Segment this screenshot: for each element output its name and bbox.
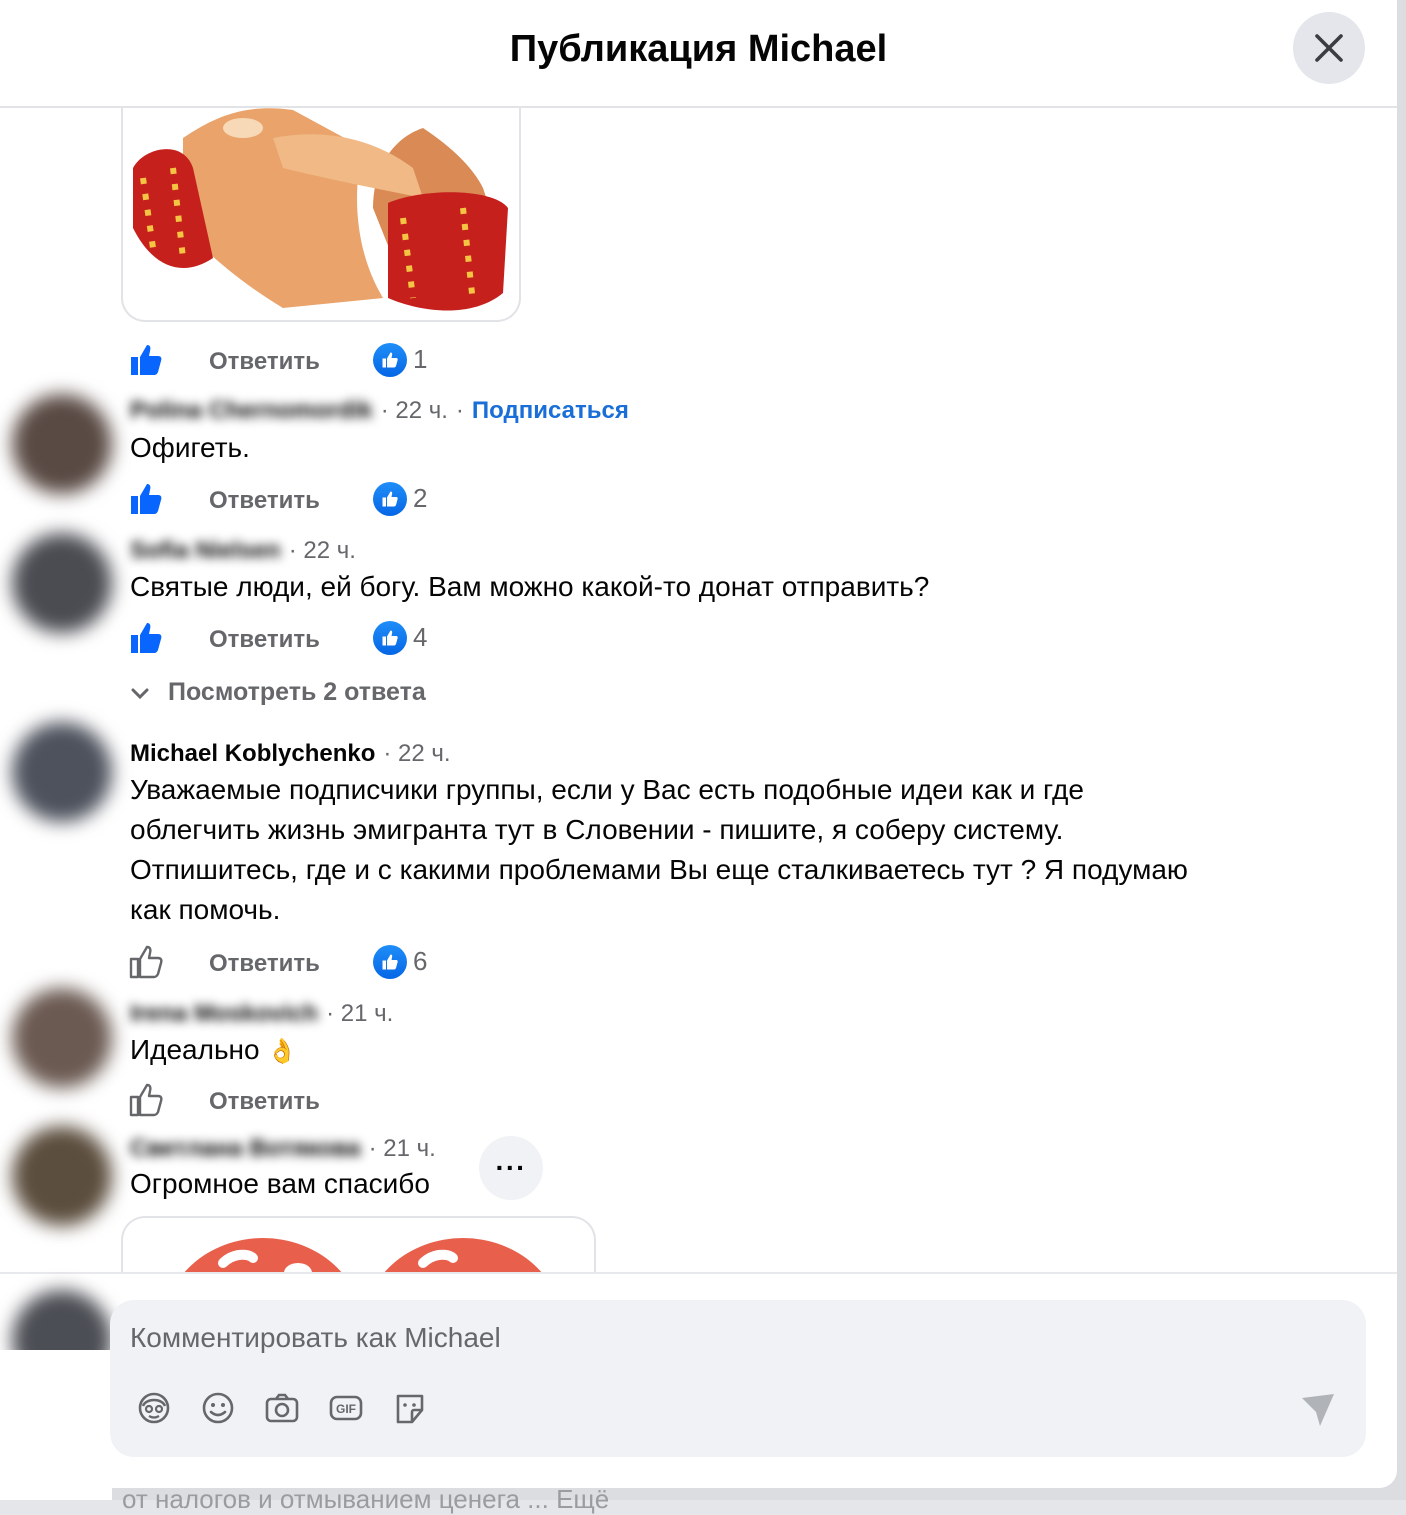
close-icon	[1315, 34, 1343, 62]
comment-sticker-image	[121, 1216, 596, 1272]
avatar[interactable]	[12, 988, 112, 1088]
reply-link[interactable]: Ответить	[209, 950, 320, 978]
comment-actions: Ответить 1	[128, 340, 528, 380]
thumbs-up-icon[interactable]	[128, 342, 164, 378]
comment-text-line: Уважаемые подписчики группы, если у Вас …	[130, 774, 1084, 805]
comment-meta: Polina Chernomordik · 22 ч. · Подписатьс…	[130, 397, 629, 425]
ok-hand-emoji: 👌	[267, 1038, 298, 1065]
comment-actions: Ответить	[128, 1080, 528, 1120]
reply-link[interactable]: Ответить	[209, 487, 320, 515]
emoji-icon[interactable]	[198, 1388, 238, 1428]
comment-author[interactable]: Polina Chernomordik	[130, 397, 373, 425]
thumbs-up-icon[interactable]	[128, 481, 164, 517]
comment-author[interactable]: Sofia Nielsen	[130, 537, 281, 565]
comment-meta: Светлана Вотякова · 21 ч.	[130, 1135, 436, 1163]
close-button[interactable]	[1293, 12, 1365, 84]
avatar[interactable]	[12, 394, 112, 494]
like-reaction-badge	[373, 621, 407, 655]
comment-author[interactable]: Irena Moskovich	[130, 1000, 318, 1028]
avatar[interactable]	[12, 1126, 112, 1226]
thumbs-up-icon	[382, 954, 398, 970]
comment-actions: Ответить 4	[128, 618, 528, 658]
modal-header: Публикация Michael	[0, 0, 1397, 108]
thumbs-up-icon	[382, 630, 398, 646]
sticker-icon[interactable]	[390, 1388, 430, 1428]
chevron-down-icon	[131, 688, 149, 699]
comment-sticker-image	[121, 108, 521, 322]
follow-link[interactable]: Подписаться	[472, 397, 629, 425]
post-modal: Публикация Michael Ответить 1 Polina Che…	[0, 0, 1397, 1488]
comment-author[interactable]: Michael Koblychenko	[130, 740, 375, 768]
view-replies-link[interactable]: Посмотреть 2 ответа	[130, 678, 426, 707]
gif-icon[interactable]: GIF	[326, 1388, 366, 1428]
comment-actions: Ответить 6	[128, 942, 528, 982]
comment-meta: Irena Moskovich · 21 ч.	[130, 1000, 393, 1028]
comment-text-line: как помочь.	[130, 894, 281, 925]
reply-link[interactable]: Ответить	[209, 626, 320, 654]
like-reaction-badge	[373, 945, 407, 979]
comment-text-content: Идеально	[130, 1034, 260, 1065]
comment-text: Святые люди, ей богу. Вам можно какой-то…	[130, 571, 930, 602]
view-replies-label: Посмотреть 2 ответа	[168, 678, 426, 706]
thumbs-up-icon[interactable]	[128, 620, 164, 656]
comment-composer[interactable]: GIF	[110, 1300, 1366, 1457]
reaction-count: 1	[413, 344, 428, 374]
reaction-count: 2	[413, 483, 428, 513]
comment-time[interactable]: · 22 ч.	[383, 740, 450, 768]
comment-text-line: облегчить жизнь эмигранта тут в Словении…	[130, 814, 1064, 845]
composer-left-mask	[0, 1350, 112, 1500]
comments-list[interactable]: Ответить 1 Polina Chernomordik · 22 ч. ·…	[0, 108, 1397, 1272]
comment-text: Огромное вам спасибо	[130, 1168, 430, 1199]
comment-meta: Sofia Nielsen · 22 ч.	[130, 537, 356, 565]
camera-icon[interactable]	[262, 1388, 302, 1428]
reply-link[interactable]: Ответить	[209, 1088, 320, 1116]
comment-time[interactable]: · 21 ч.	[326, 1000, 393, 1028]
thumbs-up-icon	[382, 491, 398, 507]
comment-more-button[interactable]: ···	[479, 1136, 543, 1200]
comment-meta: Michael Koblychenko · 22 ч.	[130, 740, 451, 768]
comment-text: Идеально 👌	[130, 1030, 297, 1072]
thumbs-up-icon	[382, 352, 398, 368]
thumbs-up-outline-icon[interactable]	[128, 944, 164, 980]
comment-time[interactable]: · 21 ч.	[369, 1135, 436, 1163]
comment-text-line: Отпишитесь, где и с какими проблемами Вы…	[130, 854, 1188, 885]
like-reaction-badge	[373, 482, 407, 516]
modal-title: Публикация Michael	[509, 28, 888, 70]
thumbs-up-outline-icon[interactable]	[128, 1082, 164, 1118]
avatar[interactable]	[12, 533, 112, 633]
comment-time[interactable]: · 22 ч.	[289, 537, 356, 565]
comment-actions: Ответить 2	[128, 479, 528, 519]
separator: ·	[455, 397, 464, 424]
comment-time[interactable]: · 22 ч.	[381, 397, 448, 425]
avatar-sticker-icon[interactable]	[134, 1388, 174, 1428]
comment-input[interactable]	[130, 1316, 1230, 1360]
avatar[interactable]	[12, 722, 112, 822]
reply-link[interactable]: Ответить	[209, 348, 320, 376]
svg-text:GIF: GIF	[336, 1402, 356, 1416]
reaction-count: 4	[413, 622, 428, 652]
send-icon[interactable]	[1298, 1390, 1338, 1430]
comment-author[interactable]: Светлана Вотякова	[130, 1135, 361, 1163]
comment-text: Офигеть.	[130, 432, 250, 463]
reaction-count: 6	[413, 946, 428, 976]
like-reaction-badge	[373, 343, 407, 377]
